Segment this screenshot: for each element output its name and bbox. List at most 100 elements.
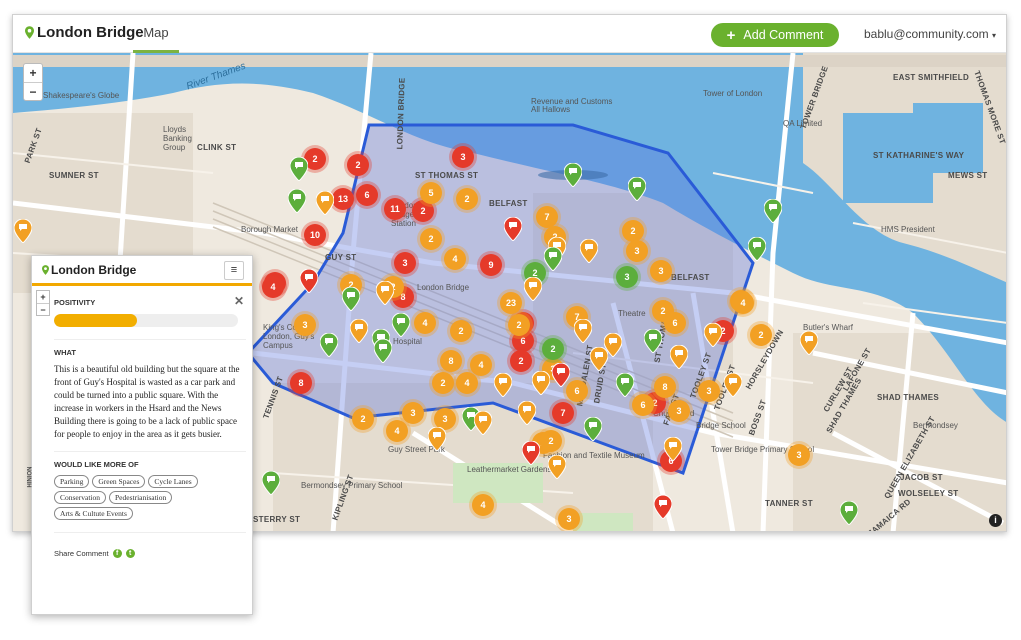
close-icon[interactable]: ✕ (234, 294, 244, 308)
comment-pin-icon[interactable] (342, 287, 360, 311)
comment-pin-icon[interactable] (552, 363, 570, 387)
marker-cluster[interactable]: 3 (402, 402, 424, 424)
zoom-control: + − (23, 63, 43, 101)
add-comment-button[interactable]: + Add Comment (711, 23, 839, 47)
marker-cluster[interactable]: 7 (552, 402, 574, 424)
comment-pin-icon[interactable] (654, 495, 672, 519)
marker-cluster[interactable]: 2 (456, 188, 478, 210)
marker-cluster[interactable]: 4 (456, 372, 478, 394)
marker-cluster[interactable]: 13 (332, 188, 354, 210)
marker-cluster[interactable]: 4 (470, 354, 492, 376)
marker-cluster[interactable]: 3 (394, 252, 416, 274)
marker-cluster[interactable]: 3 (558, 508, 580, 530)
marker-cluster[interactable]: 10 (304, 224, 326, 246)
marker-cluster[interactable]: 2 (540, 430, 562, 452)
brand-logo[interactable]: London Bridge (25, 24, 144, 41)
marker-cluster[interactable]: 2 (420, 228, 442, 250)
zoom-out-button[interactable]: − (24, 82, 42, 100)
tab-map[interactable]: Map (133, 15, 179, 53)
comment-pin-icon[interactable] (580, 239, 598, 263)
marker-cluster[interactable]: 2 (347, 154, 369, 176)
marker-cluster[interactable]: 8 (654, 376, 676, 398)
comment-pin-icon[interactable] (616, 373, 634, 397)
comment-pin-icon[interactable] (584, 417, 602, 441)
zoom-in-button[interactable]: + (24, 64, 42, 82)
comment-pin-icon[interactable] (532, 371, 550, 395)
comment-pin-icon[interactable] (290, 157, 308, 181)
comment-pin-icon[interactable] (392, 313, 410, 337)
marker-cluster[interactable]: 3 (668, 400, 690, 422)
marker-cluster[interactable]: 4 (444, 248, 466, 270)
marker-cluster[interactable]: 3 (650, 260, 672, 282)
marker-cluster[interactable]: 9 (480, 254, 502, 276)
marker-cluster[interactable]: 2 (450, 320, 472, 342)
marker-cluster[interactable]: 6 (356, 184, 378, 206)
twitter-icon[interactable]: t (125, 549, 135, 558)
marker-cluster[interactable]: 4 (472, 494, 494, 516)
comment-pin-icon[interactable] (350, 319, 368, 343)
comment-pin-icon[interactable] (428, 427, 446, 451)
marker-cluster[interactable]: 3 (616, 266, 638, 288)
user-menu[interactable]: bablu@community.com ▾ (864, 27, 996, 41)
comment-pin-icon[interactable] (518, 401, 536, 425)
marker-cluster[interactable]: 8 (290, 372, 312, 394)
info-icon[interactable]: i (989, 514, 1002, 527)
comment-pin-icon[interactable] (316, 191, 334, 215)
comment-pin-icon[interactable] (764, 199, 782, 223)
comment-pin-icon[interactable] (628, 177, 646, 201)
marker-cluster[interactable]: 3 (294, 314, 316, 336)
marker-cluster[interactable]: 4 (386, 420, 408, 442)
comment-pin-icon[interactable] (664, 437, 682, 461)
comment-pin-icon[interactable] (704, 323, 722, 347)
comment-pin-icon[interactable] (474, 411, 492, 435)
comment-pin-icon[interactable] (800, 331, 818, 355)
comment-pin-icon[interactable] (590, 347, 608, 371)
marker-cluster[interactable]: 6 (632, 394, 654, 416)
comment-pin-icon[interactable] (300, 269, 318, 293)
marker-cluster[interactable]: 4 (262, 276, 284, 298)
marker-cluster[interactable]: 2 (508, 314, 530, 336)
facebook-icon[interactable]: f (112, 549, 122, 558)
marker-cluster[interactable]: 2 (750, 324, 772, 346)
comment-pin-icon[interactable] (374, 339, 392, 363)
comment-pin-icon[interactable] (644, 329, 662, 353)
comment-pin-icon[interactable] (14, 219, 32, 243)
comment-pin-icon[interactable] (320, 333, 338, 357)
marker-cluster[interactable]: 6 (664, 312, 686, 334)
marker-cluster[interactable]: 4 (414, 312, 436, 334)
comment-pin-icon[interactable] (522, 441, 540, 465)
marker-cluster[interactable]: 2 (432, 372, 454, 394)
marker-cluster[interactable]: 23 (500, 292, 522, 314)
comment-pin-icon[interactable] (670, 345, 688, 369)
comment-pin-icon[interactable] (262, 471, 280, 495)
marker-cluster[interactable]: 5 (420, 182, 442, 204)
panel-zoom-out-button[interactable]: − (37, 303, 49, 315)
comment-pin-icon[interactable] (748, 237, 766, 261)
comment-pin-icon[interactable] (548, 455, 566, 479)
comment-pin-icon[interactable] (724, 373, 742, 397)
hamburger-menu-icon[interactable]: ≡ (224, 261, 244, 280)
marker-cluster[interactable]: 2 (622, 220, 644, 242)
marker-cluster[interactable]: 11 (384, 198, 406, 220)
comment-pin-icon[interactable] (840, 501, 858, 525)
marker-cluster[interactable]: 8 (440, 350, 462, 372)
comment-pin-icon[interactable] (524, 277, 542, 301)
marker-cluster[interactable]: 3 (626, 240, 648, 262)
marker-cluster[interactable]: 3 (452, 146, 474, 168)
comment-pin-icon[interactable] (288, 189, 306, 213)
marker-cluster[interactable]: 2 (352, 408, 374, 430)
comment-pin-icon[interactable] (574, 319, 592, 343)
marker-cluster[interactable]: 4 (732, 292, 754, 314)
marker-cluster[interactable]: 2 (542, 338, 564, 360)
marker-cluster[interactable]: 2 (510, 350, 532, 372)
marker-cluster[interactable]: 3 (788, 444, 810, 466)
comment-pin-icon[interactable] (544, 247, 562, 271)
panel-header: London Bridge ≡ (32, 256, 252, 286)
marker-cluster[interactable]: 3 (698, 380, 720, 402)
comment-pin-icon[interactable] (494, 373, 512, 397)
comment-pin-icon[interactable] (564, 163, 582, 187)
comment-pin-icon[interactable] (504, 217, 522, 241)
comment-pin-icon[interactable] (376, 281, 394, 305)
panel-zoom-in-button[interactable]: + (37, 291, 49, 303)
marker-cluster[interactable]: 7 (536, 206, 558, 228)
